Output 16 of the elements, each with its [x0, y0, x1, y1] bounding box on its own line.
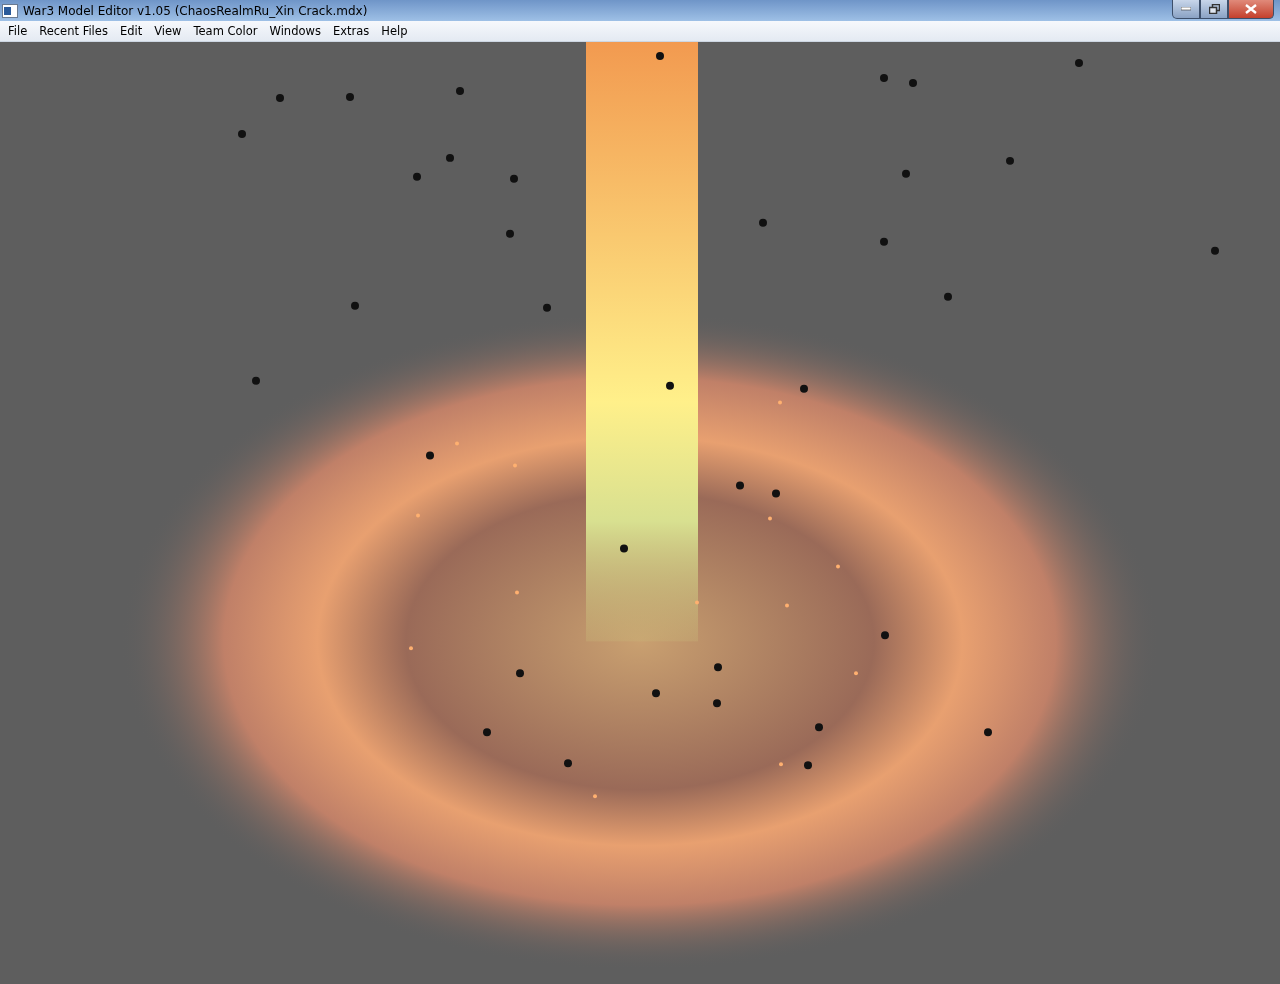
menu-item[interactable]: Edit: [113, 24, 149, 38]
menu-item[interactable]: Windows: [263, 24, 327, 38]
menu-item[interactable]: View: [148, 24, 188, 38]
menu-item[interactable]: Extras: [326, 24, 376, 38]
restore-button[interactable]: [1200, 0, 1228, 19]
close-icon: [1245, 4, 1257, 14]
menu-item[interactable]: Help: [375, 24, 414, 38]
menu-item[interactable]: Team Color: [187, 24, 264, 38]
minimize-button[interactable]: [1172, 0, 1200, 19]
window-title: War3 Model Editor v1.05 (ChaosRealmRu_Xin Crack.mdx): [23, 3, 368, 18]
app-icon: [2, 3, 18, 18]
menu-item[interactable]: Recent Files: [33, 24, 114, 38]
menu-item[interactable]: File: [2, 24, 34, 38]
restore-icon: [1208, 4, 1220, 14]
close-button[interactable]: [1228, 0, 1274, 19]
minimize-icon: [1181, 7, 1191, 11]
